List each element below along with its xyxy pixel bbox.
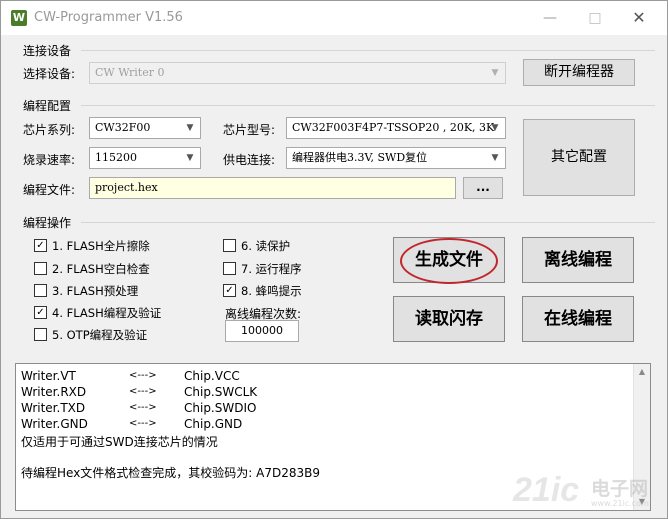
- chip-model-label: 芯片型号:: [223, 123, 276, 137]
- chip-model-value: CW32F003F4P7-TSSOP20 , 20K, 3K: [292, 121, 495, 134]
- operations-group-label: 编程操作: [23, 216, 72, 230]
- browse-file-button[interactable]: ...: [463, 177, 503, 199]
- maximize-button[interactable]: □: [581, 7, 609, 29]
- log-arrow: <--->: [129, 418, 157, 429]
- log-target: Chip.VCC: [184, 369, 240, 383]
- option-run-program[interactable]: 7. 运行程序: [223, 261, 333, 277]
- chevron-down-icon: ▼: [186, 153, 194, 163]
- close-button[interactable]: ✕: [625, 7, 653, 29]
- checkbox[interactable]: ✓: [34, 239, 47, 252]
- connect-group-label: 连接设备: [23, 44, 72, 58]
- watermark-url: www.21ic.com: [591, 499, 649, 508]
- power-connection-select[interactable]: 编程器供电3.3V, SWD复位 ▼: [286, 147, 506, 169]
- chevron-down-icon: ▼: [491, 123, 499, 133]
- option-label: 2. FLASH空白检查: [52, 262, 150, 276]
- chevron-down-icon: ▼: [491, 153, 499, 163]
- operations-group-divider: [81, 222, 655, 223]
- checkbox[interactable]: [34, 284, 47, 297]
- option-label: 8. 蜂鸣提示: [241, 284, 302, 298]
- log-arrow: <--->: [129, 370, 157, 381]
- watermark: 21ic 电子网 www.21ic.com: [513, 471, 663, 515]
- option-label: 7. 运行程序: [241, 262, 302, 276]
- option-beep-alert[interactable]: ✓ 8. 蜂鸣提示: [223, 283, 333, 299]
- power-connection-label: 供电连接:: [223, 153, 276, 167]
- checkbox[interactable]: [34, 328, 47, 341]
- option-label: 1. FLASH全片擦除: [52, 239, 150, 253]
- offline-program-button[interactable]: 离线编程: [522, 237, 634, 283]
- connect-group-divider: [81, 50, 655, 51]
- online-program-button[interactable]: 在线编程: [522, 296, 634, 342]
- minimize-button[interactable]: —: [536, 7, 564, 29]
- option-label: 6. 读保护: [241, 239, 291, 253]
- watermark-logo: 21ic: [513, 471, 580, 509]
- program-file-label: 编程文件:: [23, 183, 76, 197]
- baud-rate-value: 115200: [95, 151, 137, 164]
- device-select-value: CW Writer 0: [95, 66, 165, 79]
- window-title: CW-Programmer V1.56: [34, 10, 183, 25]
- log-target: Chip.SWCLK: [184, 385, 258, 399]
- chevron-down-icon: ▼: [186, 123, 194, 133]
- log-pin: Writer.TXD: [21, 401, 86, 415]
- baud-rate-label: 烧录速率:: [23, 153, 76, 167]
- config-group-label: 编程配置: [23, 99, 72, 113]
- checkbox[interactable]: [34, 262, 47, 275]
- option-label: 4. FLASH编程及验证: [52, 306, 162, 320]
- log-arrow: <--->: [129, 402, 157, 413]
- offline-count-input[interactable]: 100000: [225, 320, 299, 342]
- log-target: Chip.GND: [184, 417, 243, 431]
- program-file-input[interactable]: project.hex: [89, 177, 456, 199]
- chip-series-value: CW32F00: [95, 121, 151, 134]
- baud-rate-select[interactable]: 115200 ▼: [89, 147, 201, 169]
- chip-series-label: 芯片系列:: [23, 123, 76, 137]
- option-read-protect[interactable]: 6. 读保护: [223, 238, 333, 254]
- log-arrow: <--->: [129, 386, 157, 397]
- highlight-circle: [400, 238, 498, 284]
- log-pin: Writer.GND: [21, 417, 88, 431]
- checkbox[interactable]: ✓: [34, 306, 47, 319]
- option-flash-blank-check[interactable]: 2. FLASH空白检查: [34, 261, 194, 277]
- option-otp-program-verify[interactable]: 5. OTP编程及验证: [34, 327, 194, 343]
- watermark-cn: 电子网: [591, 478, 649, 500]
- config-group-divider: [81, 105, 655, 106]
- checkbox[interactable]: [223, 239, 236, 252]
- option-label: 5. OTP编程及验证: [52, 328, 148, 342]
- power-connection-value: 编程器供电3.3V, SWD复位: [292, 151, 428, 164]
- other-config-button[interactable]: 其它配置: [523, 119, 635, 196]
- option-flash-preprocess[interactable]: 3. FLASH预处理: [34, 283, 194, 299]
- checkbox[interactable]: [223, 262, 236, 275]
- log-checksum-result: 待编程Hex文件格式检查完成，其校验码为: A7D283B9: [21, 466, 321, 480]
- chevron-down-icon: ▼: [491, 68, 499, 78]
- checkbox[interactable]: ✓: [223, 284, 236, 297]
- title-bar: W CW-Programmer V1.56 — □ ✕: [1, 1, 667, 35]
- disconnect-button[interactable]: 断开编程器: [523, 59, 635, 86]
- programmer-window: W CW-Programmer V1.56 — □ ✕ 连接设备 选择设备: C…: [0, 0, 668, 519]
- scroll-up-icon[interactable]: ▲: [634, 364, 650, 380]
- log-target: Chip.SWDIO: [184, 401, 257, 415]
- read-flash-button[interactable]: 读取闪存: [393, 296, 505, 342]
- log-pin: Writer.RXD: [21, 385, 87, 399]
- log-pin: Writer.VT: [21, 369, 76, 383]
- option-label: 3. FLASH预处理: [52, 284, 139, 298]
- app-icon: W: [11, 10, 27, 26]
- option-flash-program-verify[interactable]: ✓ 4. FLASH编程及验证: [34, 305, 204, 321]
- chip-model-select[interactable]: CW32F003F4P7-TSSOP20 , 20K, 3K ▼: [286, 117, 506, 139]
- chip-series-select[interactable]: CW32F00 ▼: [89, 117, 201, 139]
- log-note: 仅适用于可通过SWD连接芯片的情况: [21, 435, 218, 449]
- option-flash-erase[interactable]: ✓ 1. FLASH全片擦除: [34, 238, 194, 254]
- device-select[interactable]: CW Writer 0 ▼: [89, 62, 506, 84]
- device-select-label: 选择设备:: [23, 67, 76, 81]
